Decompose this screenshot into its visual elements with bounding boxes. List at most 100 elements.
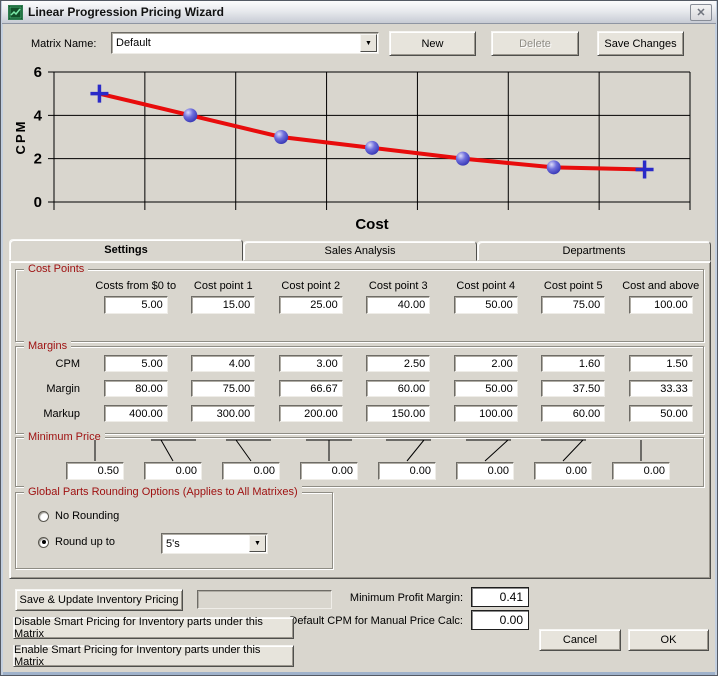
tab-sales-analysis[interactable]: Sales Analysis (243, 241, 477, 261)
svg-text:6: 6 (34, 64, 42, 81)
default-cpm-label: Default CPM for Manual Price Calc: (286, 615, 463, 627)
delete-button[interactable]: Delete (491, 31, 579, 56)
new-button[interactable]: New (389, 31, 476, 56)
round-increment-select[interactable]: 5's ▼ (161, 533, 268, 554)
cost-points-headers: Costs from $0 to Cost point 1 Cost point… (92, 280, 705, 292)
close-button[interactable]: ✕ (690, 4, 712, 21)
cancel-button[interactable]: Cancel (539, 629, 621, 651)
cpm-field[interactable] (541, 355, 605, 372)
cost-col-header: Cost point 3 (355, 280, 443, 292)
svg-text:CPM: CPM (13, 120, 28, 155)
window-title: Linear Progression Pricing Wizard (28, 5, 690, 19)
row-label-margin: Margin (46, 383, 92, 395)
svg-text:0: 0 (34, 194, 42, 211)
margin-field[interactable] (104, 380, 168, 397)
cpm-row: CPM (16, 355, 703, 372)
minimum-price-field[interactable] (144, 462, 202, 480)
minimum-profit-margin-input[interactable] (471, 587, 529, 607)
pricing-wizard-window: Linear Progression Pricing Wizard ✕ Matr… (0, 0, 718, 676)
margin-field[interactable] (454, 380, 518, 397)
margin-field[interactable] (541, 380, 605, 397)
cpm-field[interactable] (104, 355, 168, 372)
no-rounding-label: No Rounding (55, 510, 119, 522)
connector-lines (16, 439, 705, 462)
matrix-name-select[interactable]: Default ▼ (111, 32, 379, 54)
disable-smart-pricing-button[interactable]: Disable Smart Pricing for Inventory part… (13, 617, 294, 639)
tab-settings[interactable]: Settings (9, 239, 243, 261)
minimum-price-field[interactable] (222, 462, 280, 480)
row-label-cpm: CPM (56, 358, 92, 370)
minimum-price-group: Minimum Price (15, 437, 704, 487)
minimum-price-field[interactable] (534, 462, 592, 480)
matrix-name-label: Matrix Name: (31, 38, 96, 50)
margin-field[interactable] (279, 380, 343, 397)
cost-col-header: Cost and above (617, 280, 705, 292)
markup-field[interactable] (629, 405, 693, 422)
cost-points-group: Cost Points Costs from $0 to Cost point … (15, 269, 704, 342)
enable-smart-pricing-button[interactable]: Enable Smart Pricing for Inventory parts… (13, 645, 294, 667)
cpm-chart: 0 2 4 6 CPM Cost (9, 60, 711, 237)
markup-field[interactable] (104, 405, 168, 422)
markup-field[interactable] (366, 405, 430, 422)
cost-point-field[interactable] (104, 296, 168, 314)
save-changes-button[interactable]: Save Changes (597, 31, 684, 56)
cost-point-field[interactable] (454, 296, 518, 314)
cpm-field[interactable] (454, 355, 518, 372)
minimum-price-field[interactable] (456, 462, 514, 480)
markup-field[interactable] (541, 405, 605, 422)
cost-point-field[interactable] (541, 296, 605, 314)
margin-field[interactable] (366, 380, 430, 397)
svg-text:2: 2 (34, 151, 42, 168)
tab-strip: Settings Sales Analysis Departments (9, 239, 711, 261)
markup-row: Markup (16, 405, 703, 422)
rounding-options-title: Global Parts Rounding Options (Applies t… (24, 486, 302, 498)
ok-button[interactable]: OK (628, 629, 709, 651)
default-cpm-input[interactable] (471, 610, 529, 630)
minimum-price-inputs (56, 462, 680, 480)
minimum-price-field[interactable] (612, 462, 670, 480)
cpm-field[interactable] (366, 355, 430, 372)
tab-departments[interactable]: Departments (477, 241, 711, 261)
chevron-down-icon[interactable]: ▼ (360, 34, 377, 52)
cost-points-inputs (92, 296, 705, 314)
title-bar: Linear Progression Pricing Wizard ✕ (2, 1, 716, 24)
markup-field[interactable] (191, 405, 255, 422)
margin-row: Margin (16, 380, 703, 397)
minimum-price-field[interactable] (66, 462, 124, 480)
cost-point-field[interactable] (629, 296, 693, 314)
markup-field[interactable] (279, 405, 343, 422)
margin-field[interactable] (629, 380, 693, 397)
cost-col-header: Cost point 5 (530, 280, 618, 292)
margins-group: Margins CPM Margin Markup (15, 346, 704, 434)
cost-col-header: Costs from $0 to (92, 280, 180, 292)
save-update-inventory-button[interactable]: Save & Update Inventory Pricing (15, 589, 183, 611)
cpm-field[interactable] (191, 355, 255, 372)
minimum-price-field[interactable] (300, 462, 358, 480)
cost-col-header: Cost point 2 (267, 280, 355, 292)
row-label-markup: Markup (43, 408, 92, 420)
app-icon (8, 5, 23, 20)
cost-point-field[interactable] (191, 296, 255, 314)
margin-field[interactable] (191, 380, 255, 397)
svg-text:4: 4 (34, 107, 43, 124)
cost-points-title: Cost Points (24, 263, 88, 275)
minimum-price-field[interactable] (378, 462, 436, 480)
cpm-field[interactable] (279, 355, 343, 372)
radio-selected-icon (38, 537, 49, 548)
cost-col-header: Cost point 1 (180, 280, 268, 292)
round-up-to-radio[interactable]: Round up to (38, 536, 115, 548)
markup-field[interactable] (454, 405, 518, 422)
svg-text:Cost: Cost (355, 216, 388, 233)
minimum-profit-margin-label: Minimum Profit Margin: (301, 592, 463, 604)
cpm-field[interactable] (629, 355, 693, 372)
radio-icon (38, 511, 49, 522)
margins-title: Margins (24, 340, 71, 352)
no-rounding-radio[interactable]: No Rounding (38, 510, 119, 522)
chevron-down-icon[interactable]: ▼ (249, 535, 266, 552)
rounding-options-group: Global Parts Rounding Options (Applies t… (15, 492, 333, 569)
round-increment-value: 5's (162, 538, 248, 550)
matrix-name-value: Default (112, 37, 359, 49)
cost-point-field[interactable] (279, 296, 343, 314)
cost-point-field[interactable] (366, 296, 430, 314)
round-up-to-label: Round up to (55, 536, 115, 548)
